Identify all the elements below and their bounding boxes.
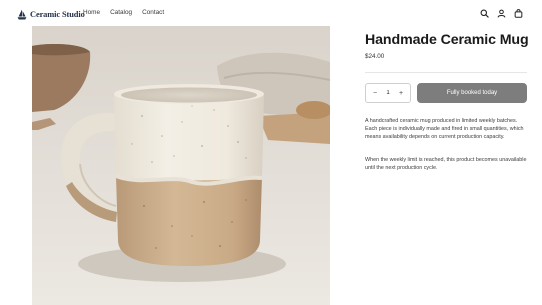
search-icon[interactable] <box>479 8 489 18</box>
site-header: Ceramic Studio Home Catalog Contact <box>0 0 542 26</box>
product-price: $24.00 <box>365 53 385 60</box>
product-description: A handcrafted ceramic mug produced in li… <box>365 118 524 141</box>
quantity-input[interactable] <box>382 90 394 96</box>
cart-icon[interactable] <box>513 8 523 18</box>
increment-button[interactable]: + <box>397 90 405 97</box>
nav-catalog-link[interactable]: Catalog <box>110 9 132 16</box>
mug-photo <box>32 26 330 305</box>
divider <box>365 72 527 73</box>
main-nav: Home Catalog Contact <box>83 9 164 16</box>
ship-icon <box>17 9 27 20</box>
brand-name: Ceramic Studio <box>30 9 85 19</box>
fully-booked-button[interactable]: Fully booked today <box>417 83 527 103</box>
quantity-stepper: − + <box>365 83 411 103</box>
product-image[interactable] <box>32 26 330 305</box>
decrement-button[interactable]: − <box>371 90 379 97</box>
nav-home-link[interactable]: Home <box>83 9 100 16</box>
nav-contact-link[interactable]: Contact <box>142 9 164 16</box>
availability-note: When the weekly limit is reached, this p… <box>365 157 527 172</box>
header-actions <box>479 8 523 18</box>
brand-logo[interactable]: Ceramic Studio <box>17 8 85 20</box>
user-icon[interactable] <box>496 8 506 18</box>
product-title: Handmade Ceramic Mug <box>365 32 529 48</box>
